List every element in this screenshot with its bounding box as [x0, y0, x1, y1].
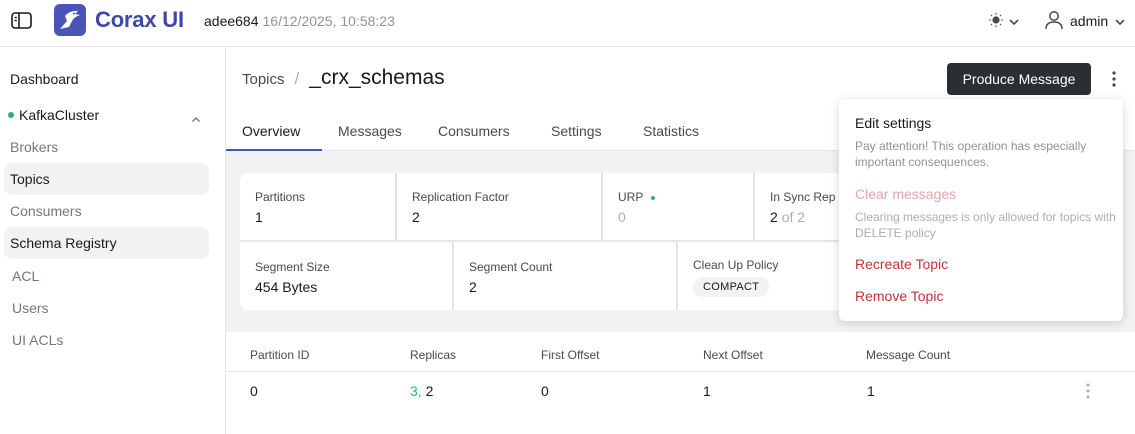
chevron-down-icon — [1008, 13, 1020, 29]
app-title[interactable]: Corax UI — [95, 7, 184, 33]
theme-toggle-button[interactable] — [988, 11, 1022, 31]
replicas-cell: 3, 2 — [410, 383, 433, 399]
stat-value: 454 Bytes — [255, 279, 318, 295]
sidebar-item-dashboard[interactable]: Dashboard — [4, 63, 209, 95]
cluster-status-dot — [8, 112, 14, 118]
page-title: _crx_schemas — [309, 66, 445, 89]
stat-value: 2 — [412, 209, 420, 225]
admin-label: admin — [1070, 13, 1109, 29]
stat-label: Partitions — [255, 190, 306, 204]
top-header: Corax UI adee684 16/12/2025, 10:58:23 ad… — [0, 0, 1135, 47]
session-timestamp: 16/12/2025, 10:58:23 — [262, 13, 395, 29]
tab-overview[interactable]: Overview — [242, 123, 300, 139]
stat-urp: URP 0 — [603, 173, 753, 240]
chevron-down-icon — [1114, 13, 1126, 29]
sidebar-item-schema-registry[interactable]: Schema Registry — [4, 227, 209, 259]
cluster-name: KafkaCluster — [19, 107, 100, 123]
stat-label: Clean Up Policy — [693, 258, 779, 272]
sidebar-item-users[interactable]: Users — [4, 292, 209, 324]
topic-actions-menu: Edit settings Pay attention! This operat… — [839, 99, 1123, 321]
sidebar-item-label: Schema Registry — [10, 235, 117, 251]
stat-label: Segment Size — [255, 260, 330, 274]
produce-message-button[interactable]: Produce Message — [947, 63, 1091, 95]
column-header: Partition ID — [250, 348, 310, 362]
sidebar-item-brokers[interactable]: Brokers — [4, 131, 209, 163]
sidebar-toggle-icon[interactable] — [10, 11, 34, 31]
session-info: adee684 16/12/2025, 10:58:23 — [204, 13, 395, 29]
stat-value: 0 — [618, 209, 626, 225]
urp-label: URP — [618, 190, 644, 204]
sidebar-item-topics[interactable]: Topics — [4, 163, 209, 195]
column-header: First Offset — [541, 348, 600, 362]
menu-item-edit-settings[interactable]: Edit settings — [855, 115, 931, 131]
stat-segment-size: Segment Size 454 Bytes — [240, 242, 452, 310]
tab-messages[interactable]: Messages — [338, 123, 402, 139]
user-icon — [1044, 9, 1064, 34]
partitions-table-header: Partition ID Replicas First Offset Next … — [226, 332, 1135, 372]
edit-settings-warning: Pay attention! This operation has especi… — [855, 139, 1087, 169]
stats-card: Partitions 1 Replication Factor 2 URP 0 … — [240, 173, 860, 310]
sun-icon — [988, 12, 1004, 31]
column-header: Message Count — [866, 348, 951, 362]
table-row: 0 3, 2 0 1 1 — [226, 372, 1135, 412]
sidebar-item-acl[interactable]: ACL — [4, 260, 209, 292]
cleanup-policy-badge: COMPACT — [693, 277, 770, 297]
isr-total: of 2 — [781, 209, 806, 225]
sidebar-item-label: Dashboard — [10, 71, 79, 87]
breadcrumb-topics-link[interactable]: Topics — [242, 71, 285, 88]
breadcrumb-separator: / — [294, 69, 300, 88]
stat-label: Segment Count — [469, 260, 553, 274]
sidebar-item-ui-acls[interactable]: UI ACLs — [4, 324, 209, 356]
username: adee684 — [204, 13, 259, 29]
column-header: Next Offset — [703, 348, 763, 362]
tab-settings[interactable]: Settings — [551, 123, 602, 139]
sidebar-cluster-toggle[interactable]: KafkaCluster — [4, 99, 209, 131]
menu-item-clear-messages: Clear messages — [855, 186, 957, 202]
first-offset-cell: 0 — [541, 383, 549, 399]
sidebar: Dashboard KafkaCluster Brokers Topics Co… — [0, 47, 226, 434]
chevron-up-icon — [191, 110, 201, 126]
stat-replication-factor: Replication Factor 2 — [397, 173, 601, 240]
stat-label: In Sync Rep — [770, 190, 836, 204]
tab-consumers[interactable]: Consumers — [438, 123, 510, 139]
stat-value: 1 — [255, 209, 263, 225]
tab-statistics[interactable]: Statistics — [643, 123, 699, 139]
user-menu-button[interactable]: admin — [1044, 8, 1126, 34]
sidebar-item-label: Topics — [10, 171, 50, 187]
stat-value: 2 of 2 — [770, 209, 805, 225]
partition-id-cell: 0 — [250, 383, 258, 399]
isr-value: 2 — [770, 209, 778, 225]
breadcrumb: Topics / _crx_schemas — [242, 66, 445, 90]
stat-label: Replication Factor — [412, 190, 509, 204]
sidebar-item-label: UI ACLs — [12, 332, 64, 348]
sidebar-item-consumers[interactable]: Consumers — [4, 195, 209, 227]
sidebar-item-label: Consumers — [10, 203, 82, 219]
stat-partitions: Partitions 1 — [240, 173, 395, 240]
urp-status-dot — [651, 195, 656, 200]
message-count-cell: 1 — [867, 383, 875, 399]
row-actions-icon[interactable] — [1082, 382, 1094, 400]
raven-logo-icon[interactable] — [54, 4, 86, 36]
more-actions-icon[interactable] — [1106, 70, 1122, 90]
stat-value: 2 — [469, 279, 477, 295]
replica-follower: 2 — [425, 383, 434, 399]
menu-item-remove-topic[interactable]: Remove Topic — [855, 288, 943, 304]
stat-segment-count: Segment Count 2 — [454, 242, 676, 310]
next-offset-cell: 1 — [703, 383, 711, 399]
replica-leader: 3, — [410, 383, 422, 399]
sidebar-item-label: Users — [12, 300, 49, 316]
clear-messages-hint: Clearing messages is only allowed for to… — [855, 210, 1116, 240]
stat-cleanup-policy: Clean Up Policy COMPACT — [678, 242, 860, 310]
menu-item-recreate-topic[interactable]: Recreate Topic — [855, 256, 948, 272]
sidebar-item-label: Brokers — [10, 139, 59, 155]
stat-label: URP — [618, 190, 656, 204]
column-header: Replicas — [410, 348, 457, 362]
sidebar-item-label: ACL — [12, 268, 40, 284]
